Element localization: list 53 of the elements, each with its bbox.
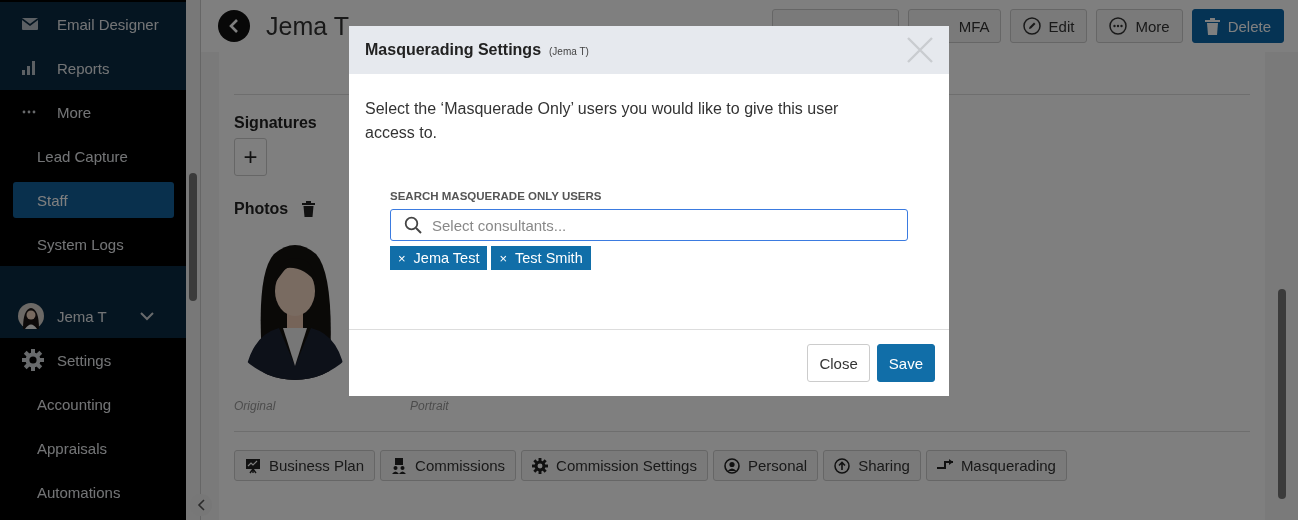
close-button[interactable]: Close xyxy=(807,344,870,382)
trash-icon[interactable] xyxy=(302,201,316,217)
sidebar-item[interactable]: System Logs xyxy=(13,222,174,266)
save-button[interactable]: Save xyxy=(876,344,935,382)
sidebar-item[interactable]: Reports xyxy=(0,46,186,90)
tab-button[interactable]: Masquerading xyxy=(925,450,1067,481)
settings-icon xyxy=(22,349,44,371)
sidebar-item[interactable]: Accounting xyxy=(13,382,174,426)
modal-subtitle: (Jema T) xyxy=(549,46,589,57)
tag-label: Jema Test xyxy=(413,250,480,266)
sidebar-item[interactable]: Lead Capture xyxy=(13,134,174,178)
section-title: Signatures xyxy=(234,114,318,132)
chevron-down-icon[interactable] xyxy=(139,311,154,321)
sidebar-item[interactable]: Staff xyxy=(13,182,174,218)
edit-button[interactable]: Edit xyxy=(1009,9,1088,43)
user-name: Jema T xyxy=(57,307,107,325)
more-icon xyxy=(1109,17,1128,35)
chevron-left-icon xyxy=(229,19,239,33)
back-button[interactable] xyxy=(218,10,250,42)
bar-chart-icon xyxy=(22,61,36,75)
more-icon xyxy=(22,110,36,114)
chevron-left-icon xyxy=(197,499,205,511)
sidebar-item[interactable]: Appraisals xyxy=(13,426,174,470)
more-button[interactable]: More xyxy=(1096,9,1183,43)
search-field[interactable]: Select consultants... xyxy=(390,209,908,241)
tab-button[interactable]: Personal xyxy=(712,450,819,481)
envelope-icon xyxy=(22,18,38,30)
scrollbar-thumb[interactable] xyxy=(189,173,197,301)
remove-tag-button[interactable]: × xyxy=(499,250,507,266)
sidebar-item[interactable]: Email Designer xyxy=(0,2,186,46)
page-title: Jema T xyxy=(266,11,349,41)
pencil-icon xyxy=(1022,17,1041,35)
person-icon xyxy=(723,457,740,474)
tab-button[interactable]: Commission Settings xyxy=(521,450,708,481)
modal-description: Select the ‘Masquerade Only’ users you would like to give this user access to. xyxy=(365,99,840,143)
add-button[interactable]: + xyxy=(234,138,267,176)
modal-title: Masquerading Settings xyxy=(365,41,542,59)
remove-tag-button[interactable]: × xyxy=(398,250,406,266)
sidebar-item[interactable]: Automations xyxy=(13,470,174,514)
people-icon xyxy=(391,457,408,474)
tab-button[interactable]: Commissions xyxy=(380,450,517,481)
presentation-board-icon xyxy=(245,457,261,474)
tab-button[interactable]: Sharing xyxy=(823,450,921,481)
avatar-icon xyxy=(18,303,44,329)
trash-icon xyxy=(1204,17,1220,35)
tab-button[interactable]: Business Plan xyxy=(234,450,376,481)
field-label: SEARCH MASQUERADE ONLY USERS xyxy=(390,190,603,202)
scrollbar-thumb[interactable] xyxy=(1277,289,1286,499)
tag-label: Test Smith xyxy=(515,250,583,266)
arrow-up-circle-icon xyxy=(834,457,851,474)
delete-button[interactable]: Delete xyxy=(1191,9,1284,43)
settings-icon xyxy=(532,457,549,474)
section-title: Photos xyxy=(234,200,289,218)
